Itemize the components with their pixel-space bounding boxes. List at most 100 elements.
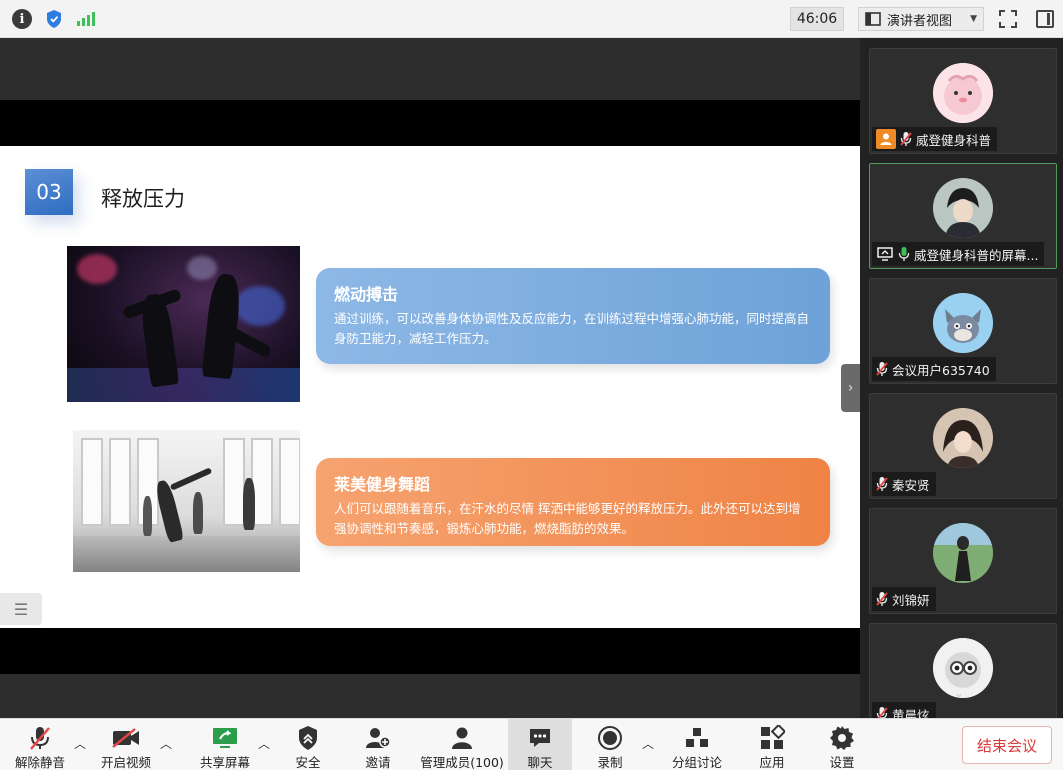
signal-icon[interactable] [76,9,96,29]
record-icon [598,726,622,750]
dance-fitness-photo [73,430,300,572]
participant-tile[interactable]: 威登健身科普 [869,48,1057,154]
participant-nametag: 秦安贤 [872,472,936,496]
card-text: 人们可以跟随着音乐，在汗水的尽情 挥洒中能够更好的释放压力。此外还可以达到增强协… [334,501,801,536]
participant-name: 威登健身科普的屏幕... [914,247,1039,263]
sidebar-toggle-icon[interactable] [1036,10,1054,28]
participant-nametag: 黄晨炫 [872,702,936,718]
start-video-button[interactable]: 开启视频 [94,719,158,770]
participant-nametag: 威登健身科普的屏幕... [872,242,1045,266]
mic-on-icon [898,246,910,262]
chevron-down-icon[interactable]: ⌄ [954,686,964,700]
members-icon [452,727,472,749]
info-card-kickboxing: 燃动搏击 通过训练，可以改善身体协调性及反应能力，在训练过程中增强心肺功能，同时… [316,268,830,364]
participant-tile[interactable]: 会议用户635740 [869,278,1057,384]
kickboxing-photo [67,246,300,402]
unmute-label: 解除静音 [14,755,65,770]
info-icon[interactable]: i [12,9,32,29]
presentation-slide: 03 释放压力 燃动搏击 通过训练，可以改善身体协调性及反应能力，在训练过程中增… [0,146,860,628]
security-button[interactable]: 安全 [282,719,334,770]
chat-label: 聊天 [527,755,553,770]
card-title: 燃动搏击 [334,285,399,304]
start-video-label: 开启视频 [100,755,151,770]
share-screen-button[interactable]: 共享屏幕 [194,719,256,770]
shared-screen-area: 03 释放压力 燃动搏击 通过训练，可以改善身体协调性及反应能力，在训练过程中增… [0,38,860,718]
mic-muted-icon [30,727,50,750]
add-user-icon [366,728,391,748]
security-shield-icon[interactable] [44,9,64,29]
participant-nametag: 威登健身科普 [872,127,998,151]
chevron-up-icon[interactable]: ︿ [74,735,86,752]
chevron-down-icon: ▼ [970,14,977,24]
view-layout-icon [865,12,881,26]
mic-muted-icon [876,591,888,607]
breakout-icon [686,728,708,747]
slide-title: 释放压力 [101,187,185,211]
settings-button[interactable]: 设置 [816,719,868,770]
panel-collapse-handle[interactable]: › [841,364,860,412]
manage-members-button[interactable]: 管理成员(100) [416,719,508,770]
section-number-badge: 03 [25,169,73,215]
security-label: 安全 [295,755,321,770]
shield-icon [299,726,317,750]
video-off-icon [112,728,139,748]
avatar [933,293,993,353]
breakout-rooms-button[interactable]: 分组讨论 [666,719,728,770]
fullscreen-icon[interactable] [998,9,1018,29]
participant-nametag: 刘锦妍 [872,587,936,611]
invite-label: 邀请 [365,755,391,770]
participant-tile[interactable]: 刘锦妍 [869,508,1057,614]
participant-name: 黄晨炫 [892,707,930,719]
letterbox-top [0,100,860,146]
participant-tile[interactable]: 秦安贤 [869,393,1057,499]
unmute-button[interactable]: 解除静音 [8,719,72,770]
card-text: 通过训练，可以改善身体协调性及反应能力，在训练过程中增强心肺功能，同时提高自身防… [334,311,810,346]
mic-muted-icon [876,706,888,718]
manage-members-label: 管理成员(100) [420,755,504,770]
record-button[interactable]: 录制 [584,719,636,770]
mic-muted-icon [876,361,888,377]
top-bar: i 46:06 演讲者视图 ▼ [0,0,1063,38]
avatar [933,408,993,468]
avatar [933,63,993,123]
end-meeting-button[interactable]: 结束会议 [962,726,1052,764]
apps-button[interactable]: 应用 [746,719,798,770]
chevron-up-icon[interactable]: ︿ [160,735,172,752]
letterbox-bottom [0,628,860,674]
settings-label: 设置 [829,755,855,770]
share-screen-icon [213,728,237,748]
card-title: 莱美健身舞蹈 [334,475,431,494]
record-label: 录制 [597,755,623,770]
info-card-dance: 莱美健身舞蹈 人们可以跟随着音乐，在汗水的尽情 挥洒中能够更好的释放压力。此外还… [316,458,830,546]
chevron-right-icon: › [847,380,854,396]
participant-tile[interactable]: 威登健身科普的屏幕... [869,163,1057,269]
apps-label: 应用 [759,755,785,770]
breakout-rooms-label: 分组讨论 [671,755,722,770]
host-icon [876,129,896,149]
screen-share-icon [876,246,894,262]
share-screen-label: 共享屏幕 [199,755,250,770]
meeting-toolbar: 解除静音 ︿ 开启视频 ︿ 共享屏幕 ︿ 安全 邀请 管理成员(100) 聊天 … [0,718,1063,770]
participant-name: 刘锦妍 [892,592,930,608]
chevron-up-icon[interactable]: ︿ [258,735,270,752]
mic-muted-icon [900,131,912,147]
participant-tile[interactable]: ⌄ 黄晨炫 [869,623,1057,718]
invite-button[interactable]: 邀请 [352,719,404,770]
participant-panel: 威登健身科普 威登健身科普的屏幕... 会议用户635740 秦安贤 刘锦妍 ⌄… [860,38,1063,718]
apps-icon [761,725,785,749]
mic-muted-icon [876,476,888,492]
participant-name: 会议用户635740 [892,362,990,378]
view-mode-dropdown[interactable]: 演讲者视图 ▼ [858,7,984,31]
avatar [933,178,993,238]
participant-name: 秦安贤 [892,477,930,493]
chevron-up-icon[interactable]: ︿ [642,735,654,752]
view-mode-label: 演讲者视图 [887,13,953,29]
meeting-timer: 46:06 [790,7,844,31]
avatar [933,523,993,583]
chat-icon [530,729,550,747]
participant-nametag: 会议用户635740 [872,357,996,381]
gear-icon [830,726,854,750]
slide-list-icon[interactable]: ☰ [0,593,42,625]
chat-button[interactable]: 聊天 [508,719,572,770]
participant-name: 威登健身科普 [916,132,992,148]
